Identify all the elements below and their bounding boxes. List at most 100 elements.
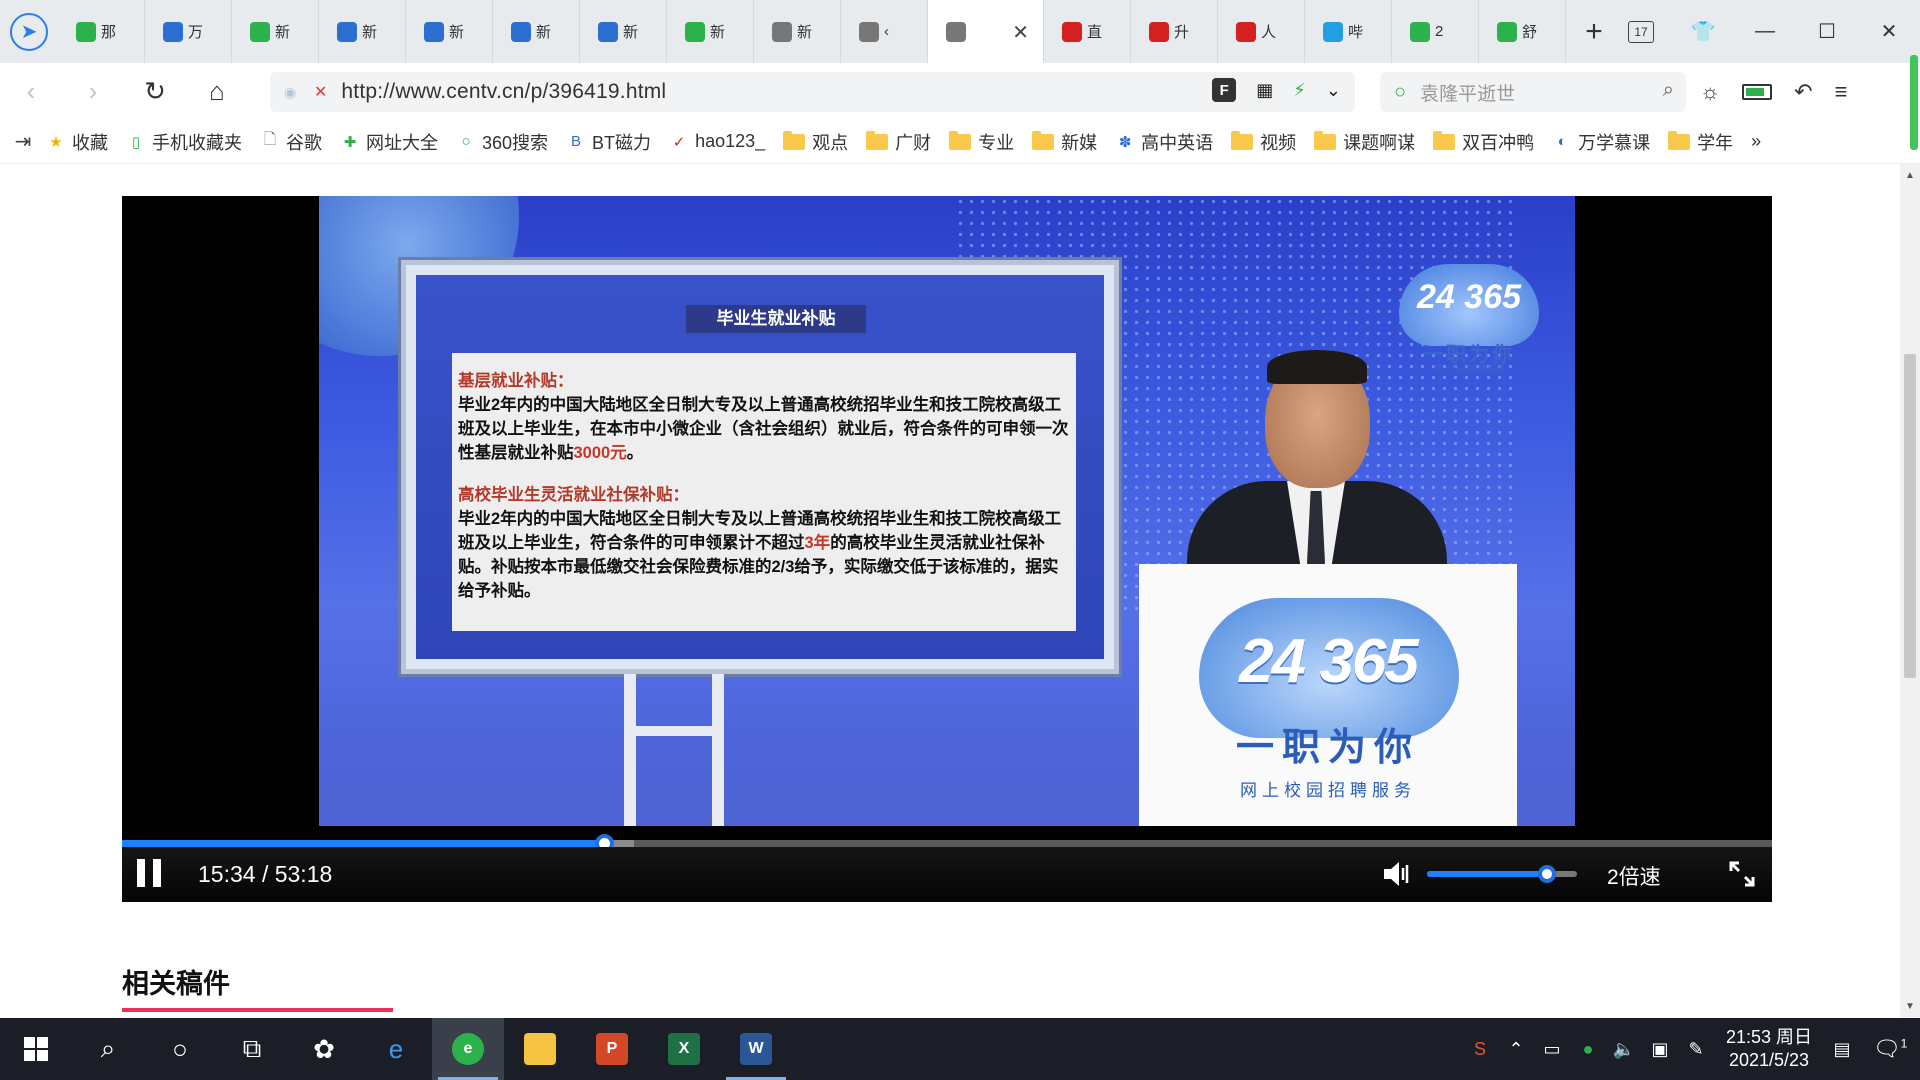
search-input[interactable]: 袁隆平逝世 bbox=[1420, 79, 1515, 106]
volume-tray-icon[interactable]: 🔈 bbox=[1606, 1039, 1642, 1060]
bookmark-list: ★ 收藏 ▯ 手机收藏夹 🗋 谷歌 ✚ 网址大全 ○ 360搜索 B BT磁力 ✓ hao123_ 观点 广财… bbox=[46, 129, 1751, 155]
back-button[interactable]: ‹ bbox=[0, 63, 62, 120]
action-center-button[interactable]: 🗨1 bbox=[1860, 1036, 1920, 1062]
scroll-thumb[interactable] bbox=[1904, 354, 1916, 678]
browser-tab[interactable]: 舒 bbox=[1479, 0, 1566, 63]
minimize-button[interactable]: — bbox=[1734, 0, 1796, 63]
playback-speed-button[interactable]: 2倍速 bbox=[1607, 861, 1661, 891]
maximize-button[interactable]: ☐ bbox=[1796, 0, 1858, 63]
browser-tab[interactable]: 新 bbox=[493, 0, 580, 63]
browser-tab[interactable]: 新 bbox=[754, 0, 841, 63]
browser-tab[interactable]: 新 bbox=[406, 0, 493, 63]
reload-button[interactable]: ↻ bbox=[124, 63, 186, 120]
browser-tab[interactable]: 升 bbox=[1131, 0, 1218, 63]
browser-tab[interactable]: 新 bbox=[580, 0, 667, 63]
bookmark-item[interactable]: ▯ 手机收藏夹 bbox=[126, 129, 242, 155]
powerpoint-button[interactable]: P bbox=[576, 1018, 648, 1080]
bookmark-label: 专业 bbox=[978, 132, 1015, 153]
volume-icon[interactable] bbox=[1382, 859, 1416, 889]
battery-icon[interactable] bbox=[1742, 83, 1773, 100]
browser-tab[interactable]: ✕ bbox=[928, 0, 1044, 63]
volume-handle[interactable] bbox=[1538, 865, 1556, 883]
ie-browser-button[interactable]: e bbox=[360, 1018, 432, 1080]
file-explorer-button[interactable] bbox=[504, 1018, 576, 1080]
browser-tab[interactable]: 那 bbox=[58, 0, 145, 63]
section1-text: 毕业2年内的中国大陆地区全日制大专及以上普通高校统招毕业生和技工院校高级工班及以… bbox=[458, 393, 1070, 465]
tab-count-button[interactable]: 17 bbox=[1628, 20, 1654, 43]
pause-button[interactable] bbox=[134, 859, 164, 889]
bookmark-item[interactable]: ✽ 高中英语 bbox=[1115, 129, 1213, 155]
browser-tab[interactable]: 直 bbox=[1044, 0, 1131, 63]
sogou-input-icon[interactable]: S bbox=[1462, 1039, 1498, 1060]
search-icon[interactable]: ⌕ bbox=[1663, 79, 1674, 102]
video-player[interactable]: 毕业生就业补贴 基层就业补贴： 毕业2年内的中国大陆地区全日制大专及以上普通高校… bbox=[122, 196, 1772, 902]
bookmark-item[interactable]: 广财 bbox=[866, 129, 931, 155]
qr-code-icon[interactable]: ▦ bbox=[1256, 80, 1273, 101]
browser-tab[interactable]: 万 bbox=[145, 0, 232, 63]
pen-icon[interactable]: ✎ bbox=[1678, 1039, 1714, 1060]
skin-shirt-icon[interactable]: 👕 bbox=[1672, 0, 1734, 63]
scroll-up-arrow[interactable]: ▲ bbox=[1905, 170, 1915, 181]
cortana-button[interactable]: ○ bbox=[144, 1018, 216, 1080]
sidebar-toggle-icon[interactable]: ⇥ bbox=[0, 129, 46, 154]
menu-icon[interactable]: ≡ bbox=[1835, 79, 1848, 105]
fullscreen-button[interactable] bbox=[1727, 859, 1757, 889]
search-taskbar-button[interactable]: ⌕ bbox=[72, 1018, 144, 1080]
bookmark-item[interactable]: ★ 收藏 bbox=[46, 129, 108, 155]
page-scrollbar[interactable]: ▲ ▼ bbox=[1900, 164, 1920, 1018]
ime-notes-icon[interactable]: ▤ bbox=[1824, 1039, 1860, 1060]
tab-strip: 那 万 新 新 新 新 新 新 新 ‹ ✕ 直 升 人 哔 2 舒 bbox=[58, 0, 1566, 63]
bookmark-item[interactable]: 新媒 bbox=[1032, 129, 1097, 155]
pinned-app-button[interactable]: ✿ bbox=[288, 1018, 360, 1080]
task-view-button[interactable]: ⧉ bbox=[216, 1018, 288, 1080]
browser-menu-button[interactable]: ➤ bbox=[0, 0, 58, 63]
word-button[interactable]: W bbox=[720, 1018, 792, 1080]
bookmark-item[interactable]: 视频 bbox=[1231, 129, 1296, 155]
bookmark-item[interactable]: 学年 bbox=[1668, 129, 1733, 155]
browser-360-taskbar-button[interactable]: e bbox=[432, 1018, 504, 1080]
network-icon[interactable]: ▣ bbox=[1642, 1039, 1678, 1060]
browser-tab[interactable]: 哔 bbox=[1305, 0, 1392, 63]
bookmark-item[interactable]: 观点 bbox=[783, 129, 848, 155]
browser-tab[interactable]: 新 bbox=[319, 0, 406, 63]
excel-button[interactable]: X bbox=[648, 1018, 720, 1080]
address-bar[interactable]: ◉ ✕ http://www.centv.cn/p/396419.html F … bbox=[270, 72, 1355, 112]
bookmark-item[interactable]: ✓ hao123_ bbox=[669, 131, 765, 152]
bookmark-item[interactable]: B BT磁力 bbox=[566, 129, 651, 155]
battery-tray-icon[interactable]: ▭ bbox=[1534, 1039, 1570, 1060]
bookmark-item[interactable]: 专业 bbox=[949, 129, 1014, 155]
site-info-icon[interactable]: ◉ bbox=[284, 84, 314, 101]
scroll-down-arrow[interactable]: ▼ bbox=[1905, 1001, 1915, 1012]
folder-icon bbox=[1433, 130, 1456, 150]
close-window-button[interactable]: ✕ bbox=[1858, 0, 1920, 63]
clock[interactable]: 21:53 周日 2021/5/23 bbox=[1714, 1026, 1824, 1072]
bookmark-item[interactable]: 课题啊谋 bbox=[1314, 129, 1415, 155]
volume-slider[interactable] bbox=[1427, 865, 1577, 883]
bookmark-item[interactable]: 双百冲鸭 bbox=[1433, 129, 1534, 155]
reader-f-icon[interactable]: F bbox=[1212, 78, 1237, 102]
close-tab-icon[interactable]: ✕ bbox=[1012, 20, 1029, 45]
progress-bar[interactable] bbox=[122, 834, 1772, 853]
browser-tab[interactable]: ‹ bbox=[841, 0, 928, 63]
home-button[interactable]: ⌂ bbox=[186, 63, 248, 120]
brightness-icon[interactable]: ☼ bbox=[1700, 79, 1720, 105]
lightning-icon[interactable]: ⚡ bbox=[1293, 80, 1306, 101]
bookmark-item[interactable]: 🗋 谷歌 bbox=[260, 129, 322, 155]
search-box[interactable]: ○ 袁隆平逝世 ⌕ bbox=[1380, 72, 1686, 112]
forward-button[interactable]: › bbox=[62, 63, 124, 120]
browser-tab[interactable]: 新 bbox=[232, 0, 319, 63]
browser-tab[interactable]: 人 bbox=[1218, 0, 1305, 63]
undo-icon[interactable]: ↶ bbox=[1794, 79, 1812, 105]
start-button[interactable] bbox=[0, 1018, 72, 1080]
show-hidden-icons-chevron[interactable]: ⌃ bbox=[1498, 1039, 1534, 1060]
security-tray-icon[interactable]: ● bbox=[1570, 1039, 1606, 1060]
bookmark-item[interactable]: ✚ 网址大全 bbox=[340, 129, 438, 155]
search-engine-icon[interactable]: ○ bbox=[1394, 81, 1406, 104]
bookmark-item[interactable]: ○ 360搜索 bbox=[456, 129, 548, 155]
bookmarks-more-button[interactable]: » bbox=[1751, 131, 1761, 152]
chevron-down-icon[interactable]: ⌄ bbox=[1326, 80, 1341, 101]
browser-tab[interactable]: 2 bbox=[1392, 0, 1479, 63]
address-url[interactable]: http://www.centv.cn/p/396419.html bbox=[341, 80, 666, 104]
bookmark-item[interactable]: ◐ 万学慕课 bbox=[1552, 129, 1651, 155]
browser-tab[interactable]: 新 bbox=[667, 0, 754, 63]
